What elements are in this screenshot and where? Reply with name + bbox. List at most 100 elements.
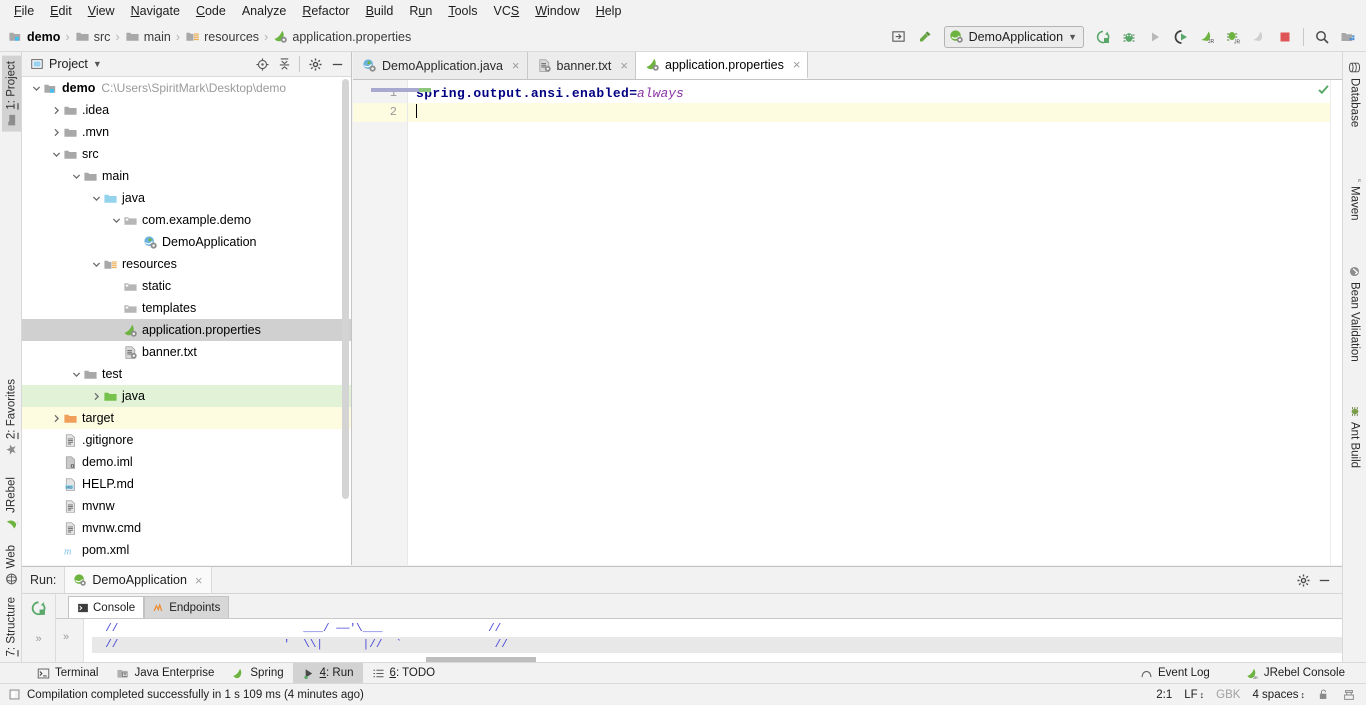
bottom-tab-4-run[interactable]: 4: Run [292,662,363,684]
tree-node-help-md[interactable]: MD HELP.md [22,473,351,495]
tree-node-templates[interactable]: templates [22,297,351,319]
gear-icon[interactable] [1296,573,1311,588]
chevron-down-icon[interactable] [90,194,102,203]
tree-node-static[interactable]: static [22,275,351,297]
run-icon[interactable] [1091,25,1115,49]
tree-node--gitignore[interactable]: .gitignore [22,429,351,451]
tool-window-tab-ant-build[interactable]: Ant Build [1346,400,1363,473]
menu-item-edit[interactable]: Edit [42,1,80,21]
tree-node-resources[interactable]: resources [22,253,351,275]
bottom-tab-spring[interactable]: Spring [223,663,292,684]
menu-item-navigate[interactable]: Navigate [123,1,188,21]
indent-widget[interactable]: 4 spaces ↕ [1252,689,1305,701]
run-play-icon[interactable] [1143,25,1167,49]
project-tree[interactable]: demo C:\Users\SpiritMark\Desktop\demo .ide… [22,77,351,565]
menu-item-help[interactable]: Help [588,1,630,21]
bottom-tab-jrebel-console[interactable]: JR JRebel Console [1237,663,1354,684]
code-line[interactable] [408,103,1330,122]
tree-node-target[interactable]: target [22,407,351,429]
chevron-down-icon[interactable]: ▼ [93,59,102,69]
chevron-down-icon[interactable] [110,216,122,225]
tree-node-main[interactable]: main [22,165,351,187]
hammer-build-icon[interactable] [913,25,937,49]
tree-node-com-example-demo[interactable]: com.example.demo [22,209,351,231]
encoding-widget[interactable]: GBK [1216,689,1240,701]
unlocked-icon[interactable] [1317,688,1330,701]
menu-item-vcs[interactable]: VCS [486,1,528,21]
code-line[interactable]: spring.output.ansi.enabled=always [408,84,1330,103]
tool-window-tab-jrebel[interactable]: JR JRebel [2,472,21,535]
inspector-icon[interactable] [1342,688,1356,702]
editor-tab-banner-txt[interactable]: banner.txt × [527,52,636,79]
tree-node-java[interactable]: java [22,385,351,407]
chevron-down-icon[interactable] [50,150,62,159]
tool-window-tab-2-favorites[interactable]: 2: Favorites [2,374,21,461]
chevron-down-icon[interactable]: ▼ [1068,32,1077,42]
chevron-down-icon[interactable] [70,370,82,379]
breadcrumb-item-main[interactable]: main [125,29,171,44]
menu-item-code[interactable]: Code [188,1,234,21]
console-sub-tab-endpoints[interactable]: Endpoints [144,596,230,618]
breadcrumb-item-demo[interactable]: demo [8,29,60,44]
tree-node-java[interactable]: java [22,187,351,209]
select-in-icon[interactable] [887,25,911,49]
editor-tab-application-properties[interactable]: application.properties × [636,52,809,79]
gear-icon[interactable] [305,54,325,74]
bottom-tab-event-log[interactable]: Event Log [1131,663,1219,684]
collapse-all-icon[interactable] [274,54,294,74]
menu-item-analyze[interactable]: Analyze [234,1,294,21]
editor-text[interactable]: spring.output.ansi.enabled=always [408,80,1330,565]
menu-item-file[interactable]: File [6,1,42,21]
project-structure-icon[interactable] [1336,25,1360,49]
close-icon[interactable]: × [793,57,801,72]
error-stripe-marker-bar[interactable] [1318,80,1342,565]
debug-icon[interactable] [1117,25,1141,49]
menu-item-refactor[interactable]: Refactor [294,1,357,21]
tree-node-demo-iml[interactable]: demo.iml [22,451,351,473]
search-icon[interactable] [1310,25,1334,49]
console-output-panel[interactable]: » // ___/ ——'\___ // // ' \\| |// ` // [56,618,1342,663]
tree-node-banner-txt[interactable]: banner.txt [22,341,351,363]
expand-icon[interactable]: » [63,631,69,643]
tool-window-tab-1-project[interactable]: 1: Project [2,56,21,132]
tool-window-tab-database[interactable]: Database [1346,56,1363,132]
tree-node-demoapplication[interactable]: DemoApplication [22,231,351,253]
locate-icon[interactable] [252,54,272,74]
chevron-right-icon[interactable] [90,392,102,401]
tree-node-demo[interactable]: demo C:\Users\SpiritMark\Desktop\demo [22,77,351,99]
breadcrumb-item-resources[interactable]: resources [185,29,259,44]
editor-tab-demoapplication-java[interactable]: DemoApplication.java × [353,52,528,79]
debug-run-icon[interactable] [1169,25,1193,49]
tree-node--idea[interactable]: .idea [22,99,351,121]
editor-content[interactable]: 12 spring.output.ansi.enabled=always [353,80,1342,565]
tree-node-test[interactable]: test [22,363,351,385]
bottom-tab-java-enterprise[interactable]: Java Enterprise [107,663,223,684]
stop-icon[interactable] [1273,25,1297,49]
chevron-right-icon[interactable] [50,106,62,115]
chevron-right-icon[interactable] [50,414,62,423]
menu-item-run[interactable]: Run [401,1,440,21]
tool-window-tab-bean-validation[interactable]: Bean Validation [1346,260,1363,367]
menu-item-window[interactable]: Window [527,1,587,21]
menu-item-view[interactable]: View [80,1,123,21]
close-icon[interactable]: × [195,573,203,588]
tree-node-application-properties[interactable]: application.properties [22,319,351,341]
jrebel-run-icon[interactable]: JR [1195,25,1219,49]
expand-console-icon[interactable]: » [35,633,41,645]
tool-window-tab-web[interactable]: Web [2,540,21,590]
bottom-tab-terminal[interactable]: Terminal [28,663,107,684]
chevron-down-icon[interactable] [30,84,42,93]
breadcrumb-item-application-properties[interactable]: application.properties [273,29,411,44]
jrebel-stop-icon[interactable] [1247,25,1271,49]
rerun-icon[interactable] [30,600,47,617]
tree-node-mvnw-cmd[interactable]: mvnw.cmd [22,517,351,539]
chevron-down-icon[interactable] [90,260,102,269]
tree-node-pom-xml[interactable]: m pom.xml [22,539,351,561]
hide-panel-icon[interactable] [327,54,347,74]
chevron-down-icon[interactable] [70,172,82,181]
breadcrumb-item-src[interactable]: src [75,29,110,44]
line-separator-widget[interactable]: LF ↕ [1184,689,1204,701]
tool-window-tab-maven[interactable]: m Maven [1346,164,1363,226]
console-sub-tab-console[interactable]: Console [68,596,145,618]
close-icon[interactable]: × [620,58,628,73]
